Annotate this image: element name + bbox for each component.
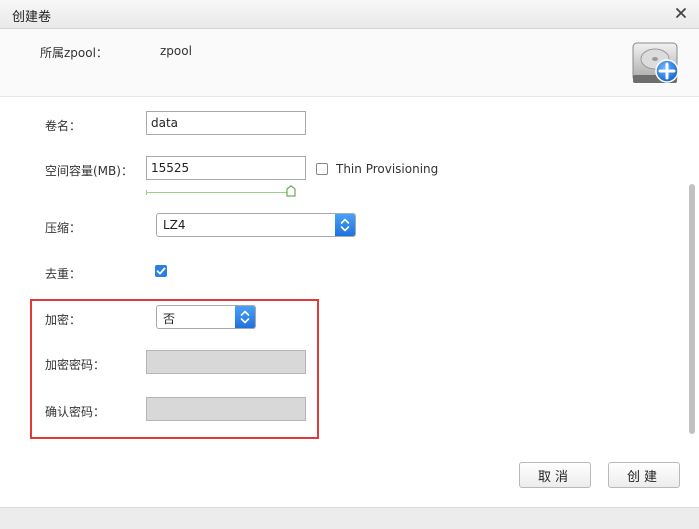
hard-disk-add-icon xyxy=(630,37,682,89)
dialog-title: 创建卷 xyxy=(12,10,52,25)
encryption-password-input[interactable] xyxy=(146,350,306,374)
dialog-footer xyxy=(0,507,699,529)
pool-value: zpool xyxy=(160,44,192,58)
pool-label: 所属zpool： xyxy=(40,46,108,60)
encryption-password-label: 加密密码： xyxy=(45,358,106,372)
stepper-arrows-icon[interactable] xyxy=(335,214,355,236)
thin-provisioning-checkbox[interactable] xyxy=(316,163,328,175)
capacity-slider[interactable] xyxy=(146,192,294,193)
cancel-button[interactable]: 取消 xyxy=(519,462,591,488)
dedup-checkbox[interactable] xyxy=(155,265,167,277)
encryption-selected-value: 否 xyxy=(163,312,176,326)
encryption-label: 加密： xyxy=(45,313,82,327)
pool-info-section: 所属zpool： zpool xyxy=(0,29,699,97)
dialog-titlebar: 创建卷 xyxy=(0,0,699,29)
compression-select[interactable]: LZ4 xyxy=(156,213,356,237)
create-button[interactable]: 创建 xyxy=(608,462,680,488)
thin-provisioning-label: Thin Provisioning xyxy=(336,162,439,176)
confirm-password-label: 确认密码： xyxy=(45,405,106,419)
capacity-slider-handle[interactable] xyxy=(286,185,296,197)
encryption-select[interactable]: 否 xyxy=(156,305,256,329)
compression-label: 压缩： xyxy=(45,221,82,235)
volume-name-input[interactable]: data xyxy=(146,111,306,135)
scrollbar-thumb[interactable] xyxy=(689,184,695,434)
confirm-password-input[interactable] xyxy=(146,397,306,421)
capacity-label: 空间容量(MB)： xyxy=(45,164,133,178)
dedup-label: 去重： xyxy=(45,267,82,281)
capacity-input[interactable]: 15525 xyxy=(146,156,306,180)
volume-name-label: 卷名： xyxy=(45,119,82,133)
check-icon xyxy=(156,267,166,275)
compression-selected-value: LZ4 xyxy=(163,218,186,232)
close-icon[interactable] xyxy=(673,4,689,22)
stepper-arrows-icon[interactable] xyxy=(235,306,255,328)
